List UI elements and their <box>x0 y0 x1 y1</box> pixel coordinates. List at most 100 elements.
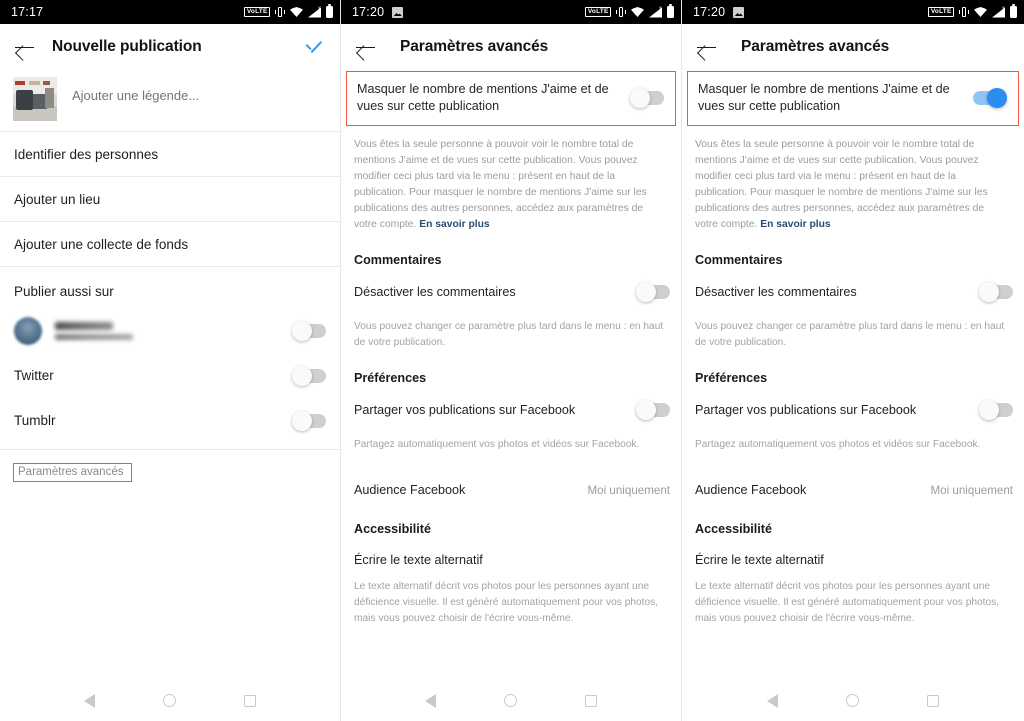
share-row-facebook[interactable] <box>0 308 340 353</box>
toggle-disable-comments[interactable] <box>636 281 670 302</box>
hide-likes-description: Vous êtes la seule personne à pouvoir vo… <box>682 126 1024 233</box>
phone-screen-advanced-on: 17:20 VoLTE x Paramètres avancés Masquer… <box>682 0 1024 721</box>
share-row-tumblr[interactable]: Tumblr <box>0 398 340 443</box>
vibrate-icon <box>616 6 626 18</box>
status-icons: VoLTE x <box>928 4 1017 18</box>
signal-icon: x <box>308 6 321 18</box>
disable-comments-label: Désactiver les commentaires <box>695 284 857 299</box>
section-comments-heading: Commentaires <box>695 252 783 267</box>
share-facebook-label: Partager vos publications sur Facebook <box>354 402 576 417</box>
toggle-share-facebook[interactable] <box>292 320 326 341</box>
comments-description: Vous pouvez changer ce paramètre plus ta… <box>695 320 1005 348</box>
hide-likes-label: Masquer le nombre de mentions J'aime et … <box>357 82 609 113</box>
nav-home-icon[interactable] <box>846 694 859 707</box>
learn-more-link[interactable]: En savoir plus <box>760 219 830 230</box>
share-row-twitter[interactable]: Twitter <box>0 353 340 398</box>
redacted-account-sub <box>55 333 133 340</box>
signal-icon: x <box>649 6 662 18</box>
status-icons: VoLTE x <box>244 4 333 18</box>
facebook-audience-label: Audience Facebook <box>354 483 466 498</box>
alt-text-description: Le texte alternatif décrit vos photos po… <box>354 581 659 624</box>
row-label: Ajouter une collecte de fonds <box>14 236 189 252</box>
status-time: 17:17 <box>11 5 44 19</box>
nav-back-icon[interactable] <box>84 693 95 708</box>
back-arrow-icon[interactable] <box>14 37 35 58</box>
toggle-share-to-facebook[interactable] <box>979 399 1013 420</box>
confirm-check-icon[interactable] <box>302 35 326 59</box>
facebook-account-labels <box>55 321 133 340</box>
screenshot-icon <box>392 6 404 18</box>
nav-home-icon[interactable] <box>163 694 176 707</box>
share-label: Tumblr <box>14 413 56 428</box>
section-comments-heading: Commentaires <box>354 252 442 267</box>
battery-icon <box>326 4 333 18</box>
row-disable-comments[interactable]: Désactiver les commentaires <box>682 272 1024 312</box>
row-label: Identifier des personnes <box>14 146 159 162</box>
row-facebook-audience[interactable]: Audience Facebook Moi uniquement <box>682 470 1024 510</box>
vibrate-icon <box>275 6 285 18</box>
alt-text-label: Écrire le texte alternatif <box>354 553 483 568</box>
wifi-icon <box>974 7 987 17</box>
nav-back-icon[interactable] <box>425 693 436 708</box>
toggle-hide-likes[interactable] <box>630 87 664 108</box>
row-hide-likes[interactable]: Masquer le nombre de mentions J'aime et … <box>688 72 1018 125</box>
disable-comments-label: Désactiver les commentaires <box>354 284 516 299</box>
hide-likes-description-text: Vous êtes la seule personne à pouvoir vo… <box>695 139 988 230</box>
volte-icon: VoLTE <box>585 6 611 18</box>
post-thumbnail[interactable] <box>13 77 57 121</box>
learn-more-link[interactable]: En savoir plus <box>419 219 489 230</box>
android-nav-bar <box>0 680 340 721</box>
nav-recents-icon[interactable] <box>585 694 597 707</box>
screenshot-icon <box>733 6 745 18</box>
status-bar: 17:17 VoLTE x <box>0 0 340 24</box>
row-add-fundraiser[interactable]: Ajouter une collecte de fonds <box>0 222 340 267</box>
volte-icon: VoLTE <box>244 6 270 18</box>
hide-likes-description: Vous êtes la seule personne à pouvoir vo… <box>341 126 681 233</box>
row-tag-people[interactable]: Identifier des personnes <box>0 132 340 177</box>
alt-text-label: Écrire le texte alternatif <box>695 553 824 568</box>
row-share-to-facebook[interactable]: Partager vos publications sur Facebook <box>341 390 681 430</box>
phone-screen-new-post: 17:17 VoLTE x Nouvelle publication Ajout… <box>0 0 341 721</box>
toggle-share-tumblr[interactable] <box>292 410 326 431</box>
nav-back-icon[interactable] <box>767 693 778 708</box>
section-accessibility-heading: Accessibilité <box>354 522 432 537</box>
nav-recents-icon[interactable] <box>927 694 939 707</box>
status-time: 17:20 <box>693 5 726 19</box>
back-arrow-icon[interactable] <box>355 37 376 58</box>
toggle-share-twitter[interactable] <box>292 365 326 386</box>
facebook-audience-label: Audience Facebook <box>695 483 807 498</box>
page-title: Paramètres avancés <box>400 38 549 55</box>
share-facebook-description: Partagez automatiquement vos photos et v… <box>695 438 981 450</box>
advanced-settings-link[interactable]: Paramètres avancés <box>13 463 133 482</box>
app-bar: Paramètres avancés <box>682 24 1024 70</box>
row-share-to-facebook[interactable]: Partager vos publications sur Facebook <box>682 390 1024 430</box>
row-hide-likes[interactable]: Masquer le nombre de mentions J'aime et … <box>347 72 675 125</box>
toggle-disable-comments[interactable] <box>979 281 1013 302</box>
row-facebook-audience[interactable]: Audience Facebook Moi uniquement <box>341 470 681 510</box>
row-write-alt-text[interactable]: Écrire le texte alternatif <box>682 536 1024 567</box>
share-facebook-label: Partager vos publications sur Facebook <box>695 402 917 417</box>
redacted-account-name <box>55 321 113 330</box>
section-preferences-heading: Préférences <box>695 370 768 385</box>
toggle-share-to-facebook[interactable] <box>636 399 670 420</box>
nav-recents-icon[interactable] <box>244 694 256 707</box>
status-time: 17:20 <box>352 5 385 19</box>
comments-description: Vous pouvez changer ce paramètre plus ta… <box>354 320 664 348</box>
row-add-location[interactable]: Ajouter un lieu <box>0 177 340 222</box>
page-title: Paramètres avancés <box>741 38 890 55</box>
highlight-box-hide-likes: Masquer le nombre de mentions J'aime et … <box>687 71 1019 127</box>
status-bar: 17:20 VoLTE x <box>341 0 681 24</box>
page-title: Nouvelle publication <box>52 38 202 55</box>
phone-screen-advanced-off: 17:20 VoLTE x Paramètres avancés Masquer… <box>341 0 682 721</box>
battery-icon <box>667 4 674 18</box>
row-write-alt-text[interactable]: Écrire le texte alternatif <box>341 536 681 567</box>
volte-icon: VoLTE <box>928 6 954 18</box>
row-disable-comments[interactable]: Désactiver les commentaires <box>341 272 681 312</box>
back-arrow-icon[interactable] <box>696 37 717 58</box>
toggle-hide-likes[interactable] <box>973 87 1007 108</box>
caption-input[interactable] <box>72 88 322 103</box>
facebook-audience-value: Moi uniquement <box>930 483 1014 497</box>
battery-icon <box>1010 4 1017 18</box>
highlight-box-hide-likes: Masquer le nombre de mentions J'aime et … <box>346 71 676 127</box>
nav-home-icon[interactable] <box>504 694 517 707</box>
